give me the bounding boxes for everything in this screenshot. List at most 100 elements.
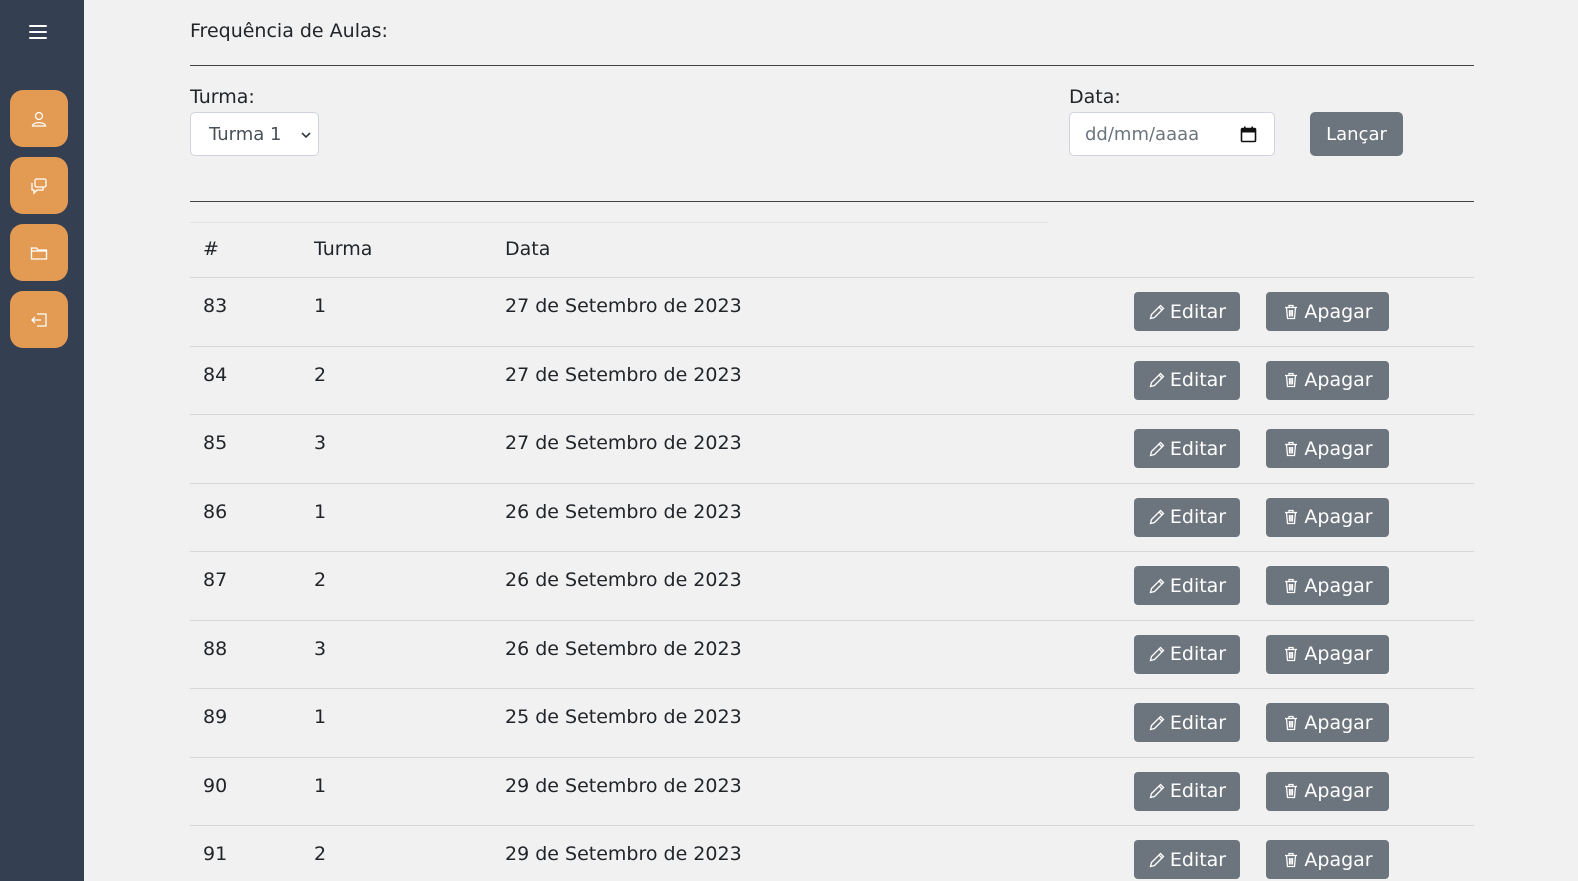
chevron-down-icon [301,132,311,139]
chat-bubbles-icon [31,177,47,195]
edit-button[interactable]: Editar [1134,429,1240,468]
edit-button[interactable]: Editar [1134,771,1240,811]
cell-turma: 1 [314,295,327,317]
pencil-icon [1149,304,1165,319]
trash-icon [1285,646,1298,662]
cell-turma: 3 [314,637,327,660]
header-data: Data [505,238,551,260]
cell-turma: 1 [314,500,327,523]
cell-data: 29 de Setembro de 2023 [505,774,742,797]
cell-id: 83 [203,295,228,317]
person-icon [31,111,47,127]
delete-button-label: Apagar [1304,506,1373,528]
trash-icon [1285,783,1298,799]
delete-button-label: Apagar [1304,848,1373,871]
cell-data: 27 de Setembro de 2023 [505,363,742,386]
divider-top [190,65,1474,66]
turma-select-value: Turma 1 [209,123,282,145]
edit-button[interactable]: Editar [1134,840,1240,879]
cell-id: 89 [203,706,228,728]
edit-button-label: Editar [1169,643,1227,665]
delete-button-label: Apagar [1304,300,1373,323]
sidebar-item-files[interactable] [10,224,68,281]
table-row: 86 1 26 de Setembro de 2023 Editar Apagar [190,482,1474,552]
edit-button-label: Editar [1169,848,1227,871]
pencil-icon [1149,852,1165,867]
delete-button-label: Apagar [1304,780,1373,802]
header-turma: Turma [314,238,373,260]
cell-id: 88 [203,637,228,660]
delete-button[interactable]: Apagar [1266,771,1389,811]
cell-turma: 2 [314,363,327,386]
trash-icon [1285,852,1298,867]
turma-select[interactable]: Turma 1 [190,112,319,156]
edit-button[interactable]: Editar [1134,497,1240,537]
delete-button[interactable]: Apagar [1266,497,1389,537]
cell-id: 87 [203,569,228,591]
edit-button-label: Editar [1169,506,1227,528]
cell-id: 85 [203,432,228,454]
delete-button-label: Apagar [1304,574,1373,597]
sidebar [0,0,84,881]
edit-button-label: Editar [1169,711,1227,734]
delete-button[interactable]: Apagar [1266,634,1389,674]
pencil-icon [1149,783,1165,799]
page-title: Frequência de Aulas: [190,20,388,42]
trash-icon [1285,715,1298,730]
pencil-icon [1149,715,1165,730]
cell-turma: 2 [314,569,327,591]
pencil-icon [1149,441,1165,456]
edit-button[interactable]: Editar [1134,360,1240,400]
delete-button[interactable]: Apagar [1266,840,1389,879]
delete-button[interactable]: Apagar [1266,429,1389,468]
divider-form [190,201,1474,202]
cell-data: 27 de Setembro de 2023 [505,295,742,317]
edit-button[interactable]: Editar [1134,566,1240,605]
edit-button[interactable]: Editar [1134,292,1240,331]
cell-data: 26 de Setembro de 2023 [505,569,742,591]
cell-data: 26 de Setembro de 2023 [505,500,742,523]
delete-button-label: Apagar [1304,643,1373,665]
table-row: 85 3 27 de Setembro de 2023 Editar Apagar [190,414,1474,483]
delete-button-label: Apagar [1304,711,1373,734]
edit-button-label: Editar [1169,300,1227,323]
table-row: 83 1 27 de Setembro de 2023 Editar Apagar [190,277,1474,346]
cell-id: 90 [203,774,228,797]
delete-button[interactable]: Apagar [1266,566,1389,605]
edit-button-label: Editar [1169,437,1227,460]
sidebar-item-messages[interactable] [10,157,68,214]
trash-icon [1285,578,1298,593]
edit-button[interactable]: Editar [1134,634,1240,674]
delete-button[interactable]: Apagar [1266,292,1389,331]
table-header-line [190,222,1048,223]
delete-button[interactable]: Apagar [1266,360,1389,400]
sidebar-item-logout[interactable] [10,291,68,348]
cell-turma: 1 [314,706,327,728]
date-placeholder: dd/mm/aaaa [1085,123,1200,145]
table-row: 84 2 27 de Setembro de 2023 Editar Apagar [190,345,1474,415]
table-row: 87 2 26 de Setembro de 2023 Editar Apagar [190,551,1474,620]
table-row: 91 2 29 de Setembro de 2023 Editar Apagar [190,825,1474,881]
hamburger-menu-icon[interactable] [27,22,51,42]
cell-turma: 2 [314,843,327,865]
delete-button-label: Apagar [1304,369,1373,391]
table-row: 88 3 26 de Setembro de 2023 Editar Apagar [190,619,1474,689]
trash-icon [1285,372,1298,388]
delete-button-label: Apagar [1304,437,1373,460]
pencil-icon [1149,372,1165,388]
edit-button[interactable]: Editar [1134,703,1240,742]
trash-icon [1285,509,1298,525]
cell-data: 25 de Setembro de 2023 [505,706,742,728]
trash-icon [1285,304,1298,319]
calendar-icon[interactable] [1240,126,1257,143]
pencil-icon [1149,509,1165,525]
sidebar-item-profile[interactable] [10,90,68,147]
date-field[interactable]: dd/mm/aaaa [1069,112,1275,156]
edit-button-label: Editar [1169,780,1227,802]
edit-button-label: Editar [1169,574,1227,597]
folder-icon [30,246,48,260]
delete-button[interactable]: Apagar [1266,703,1389,742]
launch-button[interactable]: Lançar [1310,112,1403,156]
cell-id: 91 [203,843,228,865]
data-label: Data: [1069,86,1121,108]
